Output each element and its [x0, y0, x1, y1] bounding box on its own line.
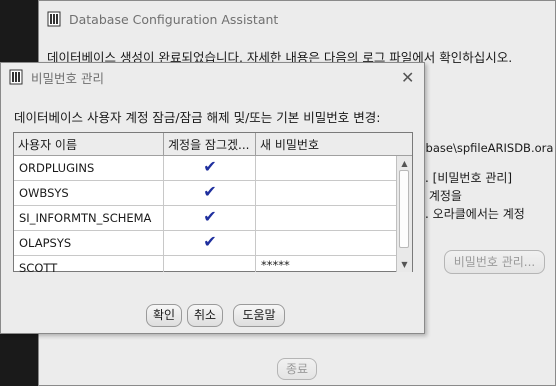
- info-line-2: 다. [비밀번호 관리]: [414, 171, 513, 185]
- password-management-button[interactable]: 비밀번호 관리...: [444, 250, 545, 274]
- help-button[interactable]: 도움말: [233, 304, 285, 327]
- new-password-cell[interactable]: [256, 206, 397, 231]
- user-accounts-table: 사용자 이름 계정을 잠그겠... 새 비밀번호 ORDPLUGINS ✔ OW…: [13, 132, 413, 272]
- column-header-new-password[interactable]: 새 비밀번호: [256, 133, 397, 155]
- lock-checkbox[interactable]: ✔: [164, 181, 256, 206]
- table-header: 사용자 이름 계정을 잠그겠... 새 비밀번호: [14, 133, 412, 156]
- table-row[interactable]: SCOTT *****: [14, 256, 397, 272]
- oracle-app-icon: [47, 11, 61, 27]
- dialog-titlebar: 비밀번호 관리: [9, 67, 424, 87]
- lock-checkbox[interactable]: ✔: [164, 231, 256, 256]
- column-header-lock[interactable]: 계정을 잠그겠...: [164, 133, 256, 155]
- username-cell: OWBSYS: [14, 181, 164, 206]
- username-cell: SI_INFORMTN_SCHEMA: [14, 206, 164, 231]
- new-password-cell[interactable]: [256, 231, 397, 256]
- table-row[interactable]: SI_INFORMTN_SCHEMA ✔: [14, 206, 397, 231]
- lock-checkbox[interactable]: ✔: [164, 156, 256, 181]
- new-password-cell[interactable]: [256, 181, 397, 206]
- table-row[interactable]: OWBSYS ✔: [14, 181, 397, 206]
- table-body: ORDPLUGINS ✔ OWBSYS ✔ SI_INFORMTN_SCHEMA…: [14, 156, 397, 272]
- dbca-titlebar: Database Configuration Assistant: [47, 9, 555, 29]
- instruction-text: 데이터베이스 사용자 계정 잠금/잠금 해제 및/또는 기본 비밀번호 변경:: [14, 110, 381, 125]
- info-line-4: 오. 오라클에서는 계정: [414, 207, 525, 221]
- new-password-cell[interactable]: *****: [256, 256, 397, 272]
- scroll-thumb[interactable]: [399, 170, 409, 248]
- table-row[interactable]: OLAPSYS ✔: [14, 231, 397, 256]
- cancel-button[interactable]: 취소: [187, 304, 223, 327]
- username-cell: OLAPSYS: [14, 231, 164, 256]
- dbca-window-title: Database Configuration Assistant: [69, 11, 279, 27]
- log-file-path: tabase\spfileARISDB.ora: [414, 141, 554, 155]
- exit-button[interactable]: 종료: [277, 358, 317, 380]
- username-cell: ORDPLUGINS: [14, 156, 164, 181]
- ok-button[interactable]: 확인: [146, 304, 182, 327]
- new-password-cell[interactable]: [256, 156, 397, 181]
- table-scrollbar[interactable]: ▲ ▼: [396, 156, 412, 272]
- scroll-down-icon[interactable]: ▼: [399, 259, 410, 270]
- column-header-username[interactable]: 사용자 이름: [14, 133, 164, 155]
- dialog-app-icon: [9, 69, 23, 85]
- lock-checkbox[interactable]: ✔: [164, 206, 256, 231]
- scroll-up-icon[interactable]: ▲: [399, 158, 410, 169]
- password-dialog: 비밀번호 관리 ✕ 데이터베이스 사용자 계정 잠금/잠금 해제 및/또는 기본…: [0, 62, 425, 334]
- close-icon[interactable]: ✕: [401, 70, 414, 86]
- dialog-title: 비밀번호 관리: [31, 70, 104, 86]
- username-cell: SCOTT: [14, 256, 164, 272]
- lock-checkbox[interactable]: [164, 256, 256, 272]
- table-row[interactable]: ORDPLUGINS ✔: [14, 156, 397, 181]
